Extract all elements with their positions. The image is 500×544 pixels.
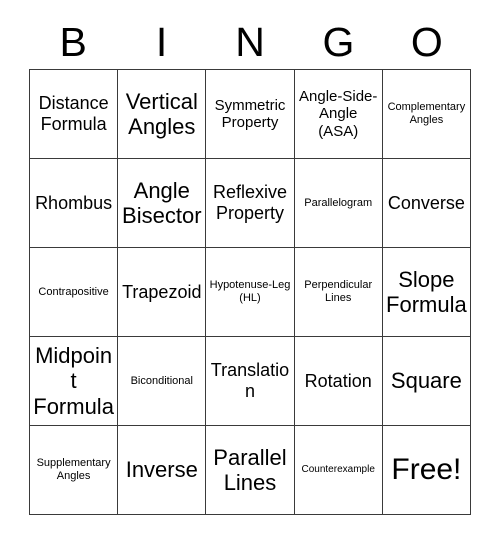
bingo-cell-r2-c3[interactable]: Reflexive Property <box>206 159 295 248</box>
bingo-header-letter-n: N <box>235 19 265 65</box>
bingo-cell-r4-c1[interactable]: Midpoint Formula <box>30 337 119 426</box>
bingo-cell-label: Hypotenuse-Leg (HL) <box>209 279 291 304</box>
bingo-header-letter-o: O <box>410 19 443 65</box>
bingo-cell-label: Rotation <box>304 370 372 391</box>
bingo-cell-label: Distance Formula <box>38 93 109 134</box>
bingo-cell-label: Inverse <box>125 457 198 483</box>
bingo-cell-label: Rhombus <box>35 192 113 213</box>
bingo-cell-label: Trapezoid <box>122 281 202 302</box>
bingo-cell-label: Counterexample <box>301 464 375 476</box>
bingo-cell-r5-c3[interactable]: Parallel Lines <box>206 426 295 515</box>
bingo-cell-r1-c3[interactable]: Symmetric Property <box>206 70 295 159</box>
bingo-cell-r4-c5[interactable]: Square <box>382 337 471 426</box>
bingo-cell-label: Converse <box>387 192 465 213</box>
bingo-header-row: BINGO <box>29 16 471 69</box>
bingo-cell-r2-c5[interactable]: Converse <box>382 159 471 248</box>
bingo-cell-label: Reflexive Property <box>212 182 287 223</box>
bingo-cell-r3-c2[interactable]: Trapezoid <box>118 248 207 337</box>
bingo-header-letter-b: B <box>59 19 87 65</box>
bingo-cell-r1-c1[interactable]: Distance Formula <box>30 70 119 159</box>
bingo-cell-label: Free! <box>391 452 462 486</box>
bingo-cell-r1-c5[interactable]: Complementary Angles <box>382 70 471 159</box>
bingo-cell-r3-c4[interactable]: Perpendicular Lines <box>294 248 383 337</box>
bingo-cell-label: Parallelogram <box>304 196 373 209</box>
bingo-cell-r5-c5[interactable]: Free! <box>382 426 471 515</box>
bingo-cell-r5-c1[interactable]: Supplementary Angles <box>30 426 119 515</box>
bingo-cell-label: Slope Formula <box>386 266 467 317</box>
bingo-cell-label: Supplementary Angles <box>36 457 111 482</box>
bingo-cell-r2-c2[interactable]: Angle Bisector <box>118 159 207 248</box>
bingo-cell-label: Symmetric Property <box>214 96 286 131</box>
bingo-cell-label: Square <box>390 368 462 394</box>
bingo-cell-r5-c4[interactable]: Counterexample <box>294 426 383 515</box>
bingo-header-letter-g: G <box>322 19 355 65</box>
bingo-cell-r3-c3[interactable]: Hypotenuse-Leg (HL) <box>206 248 295 337</box>
bingo-header-letter-i: I <box>155 19 168 65</box>
bingo-cell-r4-c2[interactable]: Biconditional <box>118 337 207 426</box>
bingo-cell-label: Parallel Lines <box>213 444 287 495</box>
bingo-cell-label: Midpoint Formula <box>33 343 114 419</box>
bingo-cell-label: Translation <box>210 360 290 401</box>
bingo-cell-r1-c4[interactable]: Angle-Side-Angle (ASA) <box>294 70 383 159</box>
bingo-cell-r2-c4[interactable]: Parallelogram <box>294 159 383 248</box>
bingo-cell-label: Complementary Angles <box>387 101 466 126</box>
bingo-cell-label: Biconditional <box>130 374 193 387</box>
bingo-cell-label: Contrapositive <box>38 285 109 298</box>
bingo-cell-label: Angle Bisector <box>122 177 202 228</box>
bingo-cell-label: Angle-Side-Angle (ASA) <box>299 88 378 140</box>
bingo-cell-label: Perpendicular Lines <box>304 279 373 304</box>
bingo-cell-r4-c3[interactable]: Translation <box>206 337 295 426</box>
bingo-cell-r2-c1[interactable]: Rhombus <box>30 159 119 248</box>
bingo-cell-r3-c1[interactable]: Contrapositive <box>30 248 119 337</box>
bingo-cell-r4-c4[interactable]: Rotation <box>294 337 383 426</box>
bingo-cell-r3-c5[interactable]: Slope Formula <box>382 248 471 337</box>
bingo-cell-r1-c2[interactable]: Vertical Angles <box>118 70 207 159</box>
bingo-cell-r5-c2[interactable]: Inverse <box>118 426 207 515</box>
bingo-card: B I N G O Distance Formula Vertical Angles Sym… <box>0 0 500 544</box>
bingo-cell-label: Vertical Angles <box>125 88 198 139</box>
bingo-grid: Distance Formula Vertical Angles Symmetric… <box>29 69 471 515</box>
